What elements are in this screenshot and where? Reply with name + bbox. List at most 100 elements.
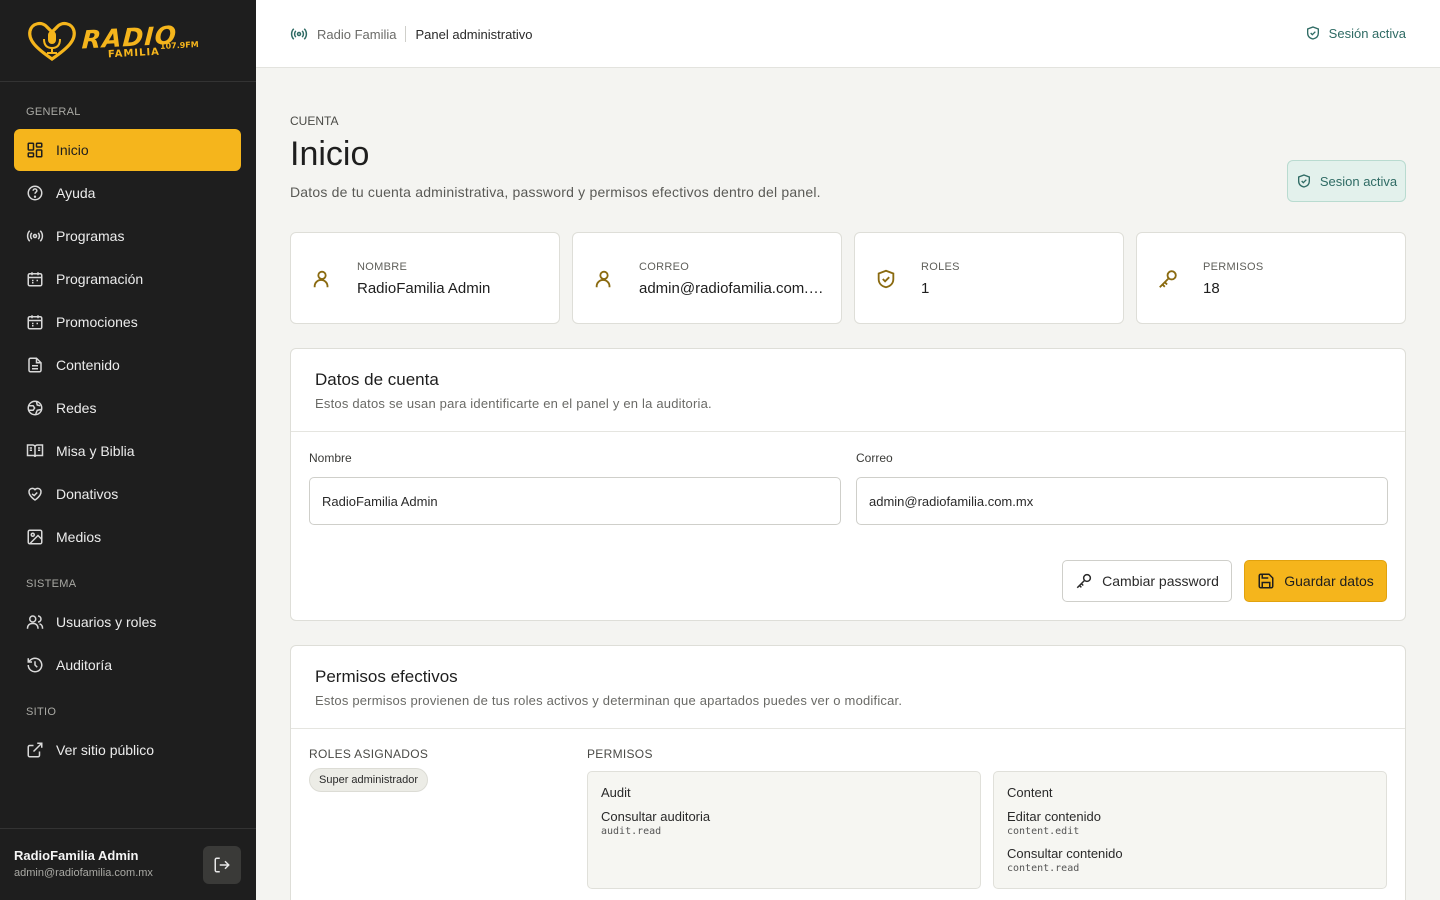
breadcrumb-divider [405,26,407,42]
permission-name: Consultar auditoria [601,809,711,824]
book-icon [26,444,44,458]
page-description: Datos de tu cuenta administrativa, passw… [290,184,821,200]
breadcrumb: Radio Familia Panel administrativo [290,25,533,43]
help-circle-icon [27,185,43,201]
calendar-icon [27,315,43,330]
user-icon [595,270,611,288]
stat-card-correo: CORREO admin@radiofamilia.com.mx [572,232,842,324]
sidebar-item-misa-biblia[interactable]: Misa y Biblia [14,430,241,472]
stat-label: CORREO [639,261,690,273]
permission-name: Consultar contenido [1007,846,1123,861]
stat-label: ROLES [921,261,960,273]
stat-value: RadioFamilia Admin [357,280,491,297]
stat-value: admin@radiofamilia.com.mx [639,280,824,297]
sidebar-item-label: Misa y Biblia [56,443,135,459]
stat-card-permisos: PERMISOS 18 [1136,232,1406,324]
save-button-label: Guardar datos [1284,573,1374,589]
sidebar-item-redes[interactable]: Redes [14,387,241,429]
heart-microphone-icon [28,21,76,61]
nav-section-sistema: SISTEMA [26,578,77,590]
sidebar: RADIO FAMILIA 107.9FM GENERAL Inicio Ayu… [0,0,256,900]
sidebar-item-medios[interactable]: Medios [14,516,241,558]
save-icon [1258,573,1274,589]
document-icon [28,357,42,373]
session-status-label: Sesión activa [1328,25,1406,41]
permission-name: Editar contenido [1007,809,1101,824]
change-password-button[interactable]: Cambiar password [1062,560,1232,602]
stat-value: 18 [1203,280,1220,297]
logo-frequency-text: 107.9FM [159,39,199,51]
sidebar-item-label: Promociones [56,314,138,330]
account-card-title: Datos de cuenta [315,370,439,389]
stat-card-nombre: NOMBRE RadioFamilia Admin [290,232,560,324]
sidebar-item-label: Inicio [56,142,89,158]
radio-waves-icon [290,28,308,40]
permission-group-audit: Audit Consultar auditoria audit.read [587,771,981,889]
user-icon [313,270,329,288]
sidebar-item-ver-sitio[interactable]: Ver sitio público [14,729,241,771]
sidebar-item-label: Redes [56,400,97,416]
change-password-label: Cambiar password [1102,573,1219,589]
sidebar-item-promociones[interactable]: Promociones [14,301,241,343]
sidebar-item-label: Contenido [56,357,120,373]
permissions-label: PERMISOS [587,747,653,761]
stat-label: NOMBRE [357,261,408,273]
stat-card-roles: ROLES 1 [854,232,1124,324]
logout-icon [214,857,230,873]
sidebar-user-footer: RadioFamilia Admin admin@radiofamilia.co… [0,828,256,900]
shield-check-icon [1306,26,1319,40]
external-link-icon [27,742,43,758]
user-name: RadioFamilia Admin [14,848,139,863]
logo-familia-text: FAMILIA [107,46,161,60]
key-icon [1076,573,1092,589]
shield-check-icon [1297,174,1310,188]
heart-hand-icon [28,487,42,501]
breadcrumb-page: Panel administrativo [415,26,533,42]
permissions-card-header: Permisos efectivos Estos permisos provie… [291,646,1405,729]
account-card-header: Datos de cuenta Estos datos se usan para… [291,349,1405,432]
stat-value: 1 [921,280,930,297]
logo-wordmark: RADIO FAMILIA 107.9FM [81,20,199,61]
email-field[interactable]: admin@radiofamilia.com.mx [856,477,1388,525]
sidebar-item-inicio[interactable]: Inicio [14,129,241,171]
logo-area: RADIO FAMILIA 107.9FM [0,0,256,82]
permission-group-content: Content Editar contenido content.edit Co… [993,771,1387,889]
sidebar-item-programas[interactable]: Programas [14,215,241,257]
sidebar-item-contenido[interactable]: Contenido [14,344,241,386]
session-badge: Sesion activa [1287,160,1406,202]
sidebar-item-label: Medios [56,529,102,545]
stat-label: PERMISOS [1203,261,1264,273]
calendar-icon [27,272,43,287]
name-field-label: Nombre [309,451,352,465]
session-status: Sesión activa [1305,25,1406,41]
sidebar-item-label: Auditoría [56,657,113,673]
shield-check-icon [877,269,895,289]
permission-group-title: Content [1007,785,1053,800]
sidebar-item-usuarios-roles[interactable]: Usuarios y roles [14,601,241,643]
permissions-card-subtitle: Estos permisos provienen de tus roles ac… [315,693,903,708]
session-badge-label: Sesion activa [1319,173,1398,189]
name-field[interactable]: RadioFamilia Admin [309,477,841,525]
nav-section-sitio: SITIO [26,706,57,718]
user-email: admin@radiofamilia.com.mx [14,867,153,879]
sidebar-item-label: Programas [56,228,125,244]
save-button[interactable]: Guardar datos [1244,560,1387,602]
radio-familia-logo[interactable]: RADIO FAMILIA 107.9FM [26,20,199,61]
sidebar-item-label: Programación [56,271,144,287]
page-eyebrow: CUENTA [290,114,339,128]
sidebar-item-programacion[interactable]: Programación [14,258,241,300]
page-title: Inicio [290,135,370,173]
permission-code: audit.read [601,826,662,837]
sidebar-item-label: Ayuda [56,185,96,201]
sidebar-item-label: Donativos [56,486,119,502]
breadcrumb-site[interactable]: Radio Familia [317,27,396,42]
sidebar-item-ayuda[interactable]: Ayuda [14,172,241,214]
sidebar-item-auditoria[interactable]: Auditoría [14,644,241,686]
dashboard-icon [27,142,43,158]
logout-button[interactable] [203,846,241,884]
sidebar-item-donativos[interactable]: Donativos [14,473,241,515]
sidebar-item-label: Usuarios y roles [56,614,157,630]
users-icon [26,615,44,629]
key-icon [1159,270,1177,288]
nav-section-general: GENERAL [26,106,81,118]
